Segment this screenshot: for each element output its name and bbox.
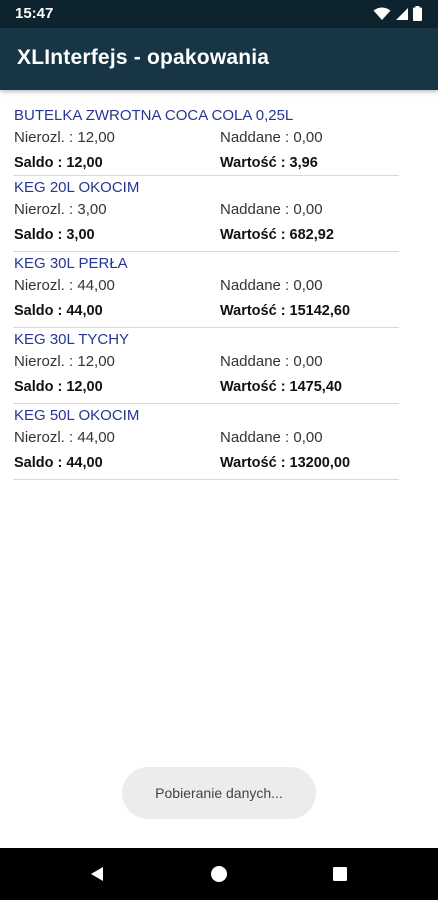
item-name: BUTELKA ZWROTNA COCA COLA 0,25L	[14, 107, 294, 124]
item-nierozl: Nierozl. : 44,00	[14, 277, 115, 294]
item-saldo: Saldo : 44,00	[14, 455, 103, 471]
item-saldo: Saldo : 44,00	[14, 303, 103, 319]
item-nierozl: Nierozl. : 12,00	[14, 353, 115, 370]
list-item[interactable]: KEG 30L PERŁA Nierozl. : 44,00 Naddane :…	[13, 252, 399, 328]
item-wartosc: Wartość : 682,92	[220, 227, 334, 243]
item-saldo: Saldo : 3,00	[14, 227, 95, 243]
item-naddane: Naddane : 0,00	[220, 129, 323, 146]
item-naddane: Naddane : 0,00	[220, 353, 323, 370]
item-nierozl: Nierozl. : 44,00	[14, 429, 115, 446]
item-naddane: Naddane : 0,00	[220, 429, 323, 446]
item-wartosc: Wartość : 3,96	[220, 155, 318, 171]
item-name: KEG 20L OKOCIM	[14, 179, 140, 196]
loading-toast: Pobieranie danych...	[122, 767, 316, 819]
system-nav-bar	[0, 848, 438, 900]
item-wartosc: Wartość : 15142,60	[220, 303, 351, 319]
item-nierozl: Nierozl. : 12,00	[14, 129, 115, 146]
app-bar: XLInterfejs - opakowania	[0, 28, 438, 90]
wifi-icon	[373, 7, 391, 20]
status-bar: 15:47	[0, 0, 438, 28]
list-item[interactable]: KEG 20L OKOCIM Nierozl. : 3,00 Naddane :…	[13, 176, 399, 252]
battery-icon	[413, 6, 422, 21]
page-title: XLInterfejs - opakowania	[17, 46, 270, 69]
home-icon[interactable]	[209, 864, 229, 884]
item-naddane: Naddane : 0,00	[220, 277, 323, 294]
status-icons	[373, 6, 422, 21]
list-item[interactable]: BUTELKA ZWROTNA COCA COLA 0,25L Nierozl.…	[13, 104, 399, 176]
item-name: KEG 30L TYCHY	[14, 331, 130, 348]
signal-icon	[396, 7, 408, 20]
item-naddane: Naddane : 0,00	[220, 201, 323, 218]
item-name: KEG 50L OKOCIM	[14, 407, 140, 424]
recents-icon[interactable]	[330, 864, 350, 884]
packaging-list: BUTELKA ZWROTNA COCA COLA 0,25L Nierozl.…	[13, 104, 399, 480]
item-wartosc: Wartość : 13200,00	[220, 455, 351, 471]
item-saldo: Saldo : 12,00	[14, 155, 103, 171]
item-saldo: Saldo : 12,00	[14, 379, 103, 395]
status-time: 15:47	[15, 5, 54, 22]
back-icon[interactable]	[87, 864, 107, 884]
item-wartosc: Wartość : 1475,40	[220, 379, 342, 395]
item-nierozl: Nierozl. : 3,00	[14, 201, 107, 218]
list-item[interactable]: KEG 30L TYCHY Nierozl. : 12,00 Naddane :…	[13, 328, 399, 404]
list-item[interactable]: KEG 50L OKOCIM Nierozl. : 44,00 Naddane …	[13, 404, 399, 480]
item-name: KEG 30L PERŁA	[14, 255, 128, 272]
